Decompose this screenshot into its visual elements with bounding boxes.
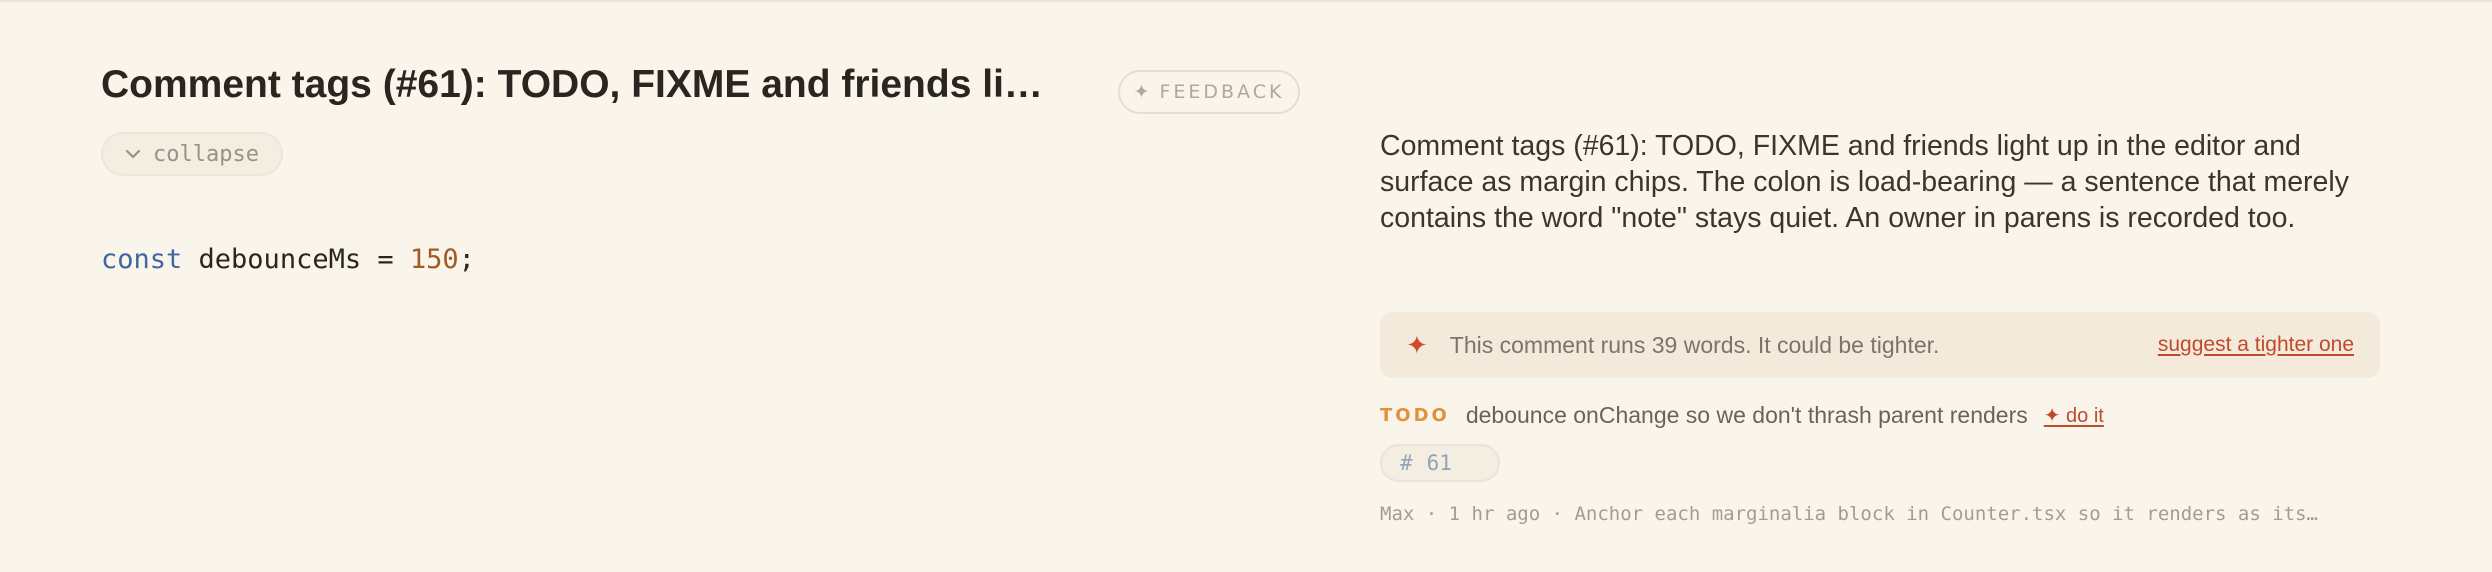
feedback-label: FEEDBACK (1159, 81, 1285, 103)
collapse-label: collapse (153, 141, 259, 167)
sparkle-icon: ✦ (1406, 330, 1428, 360)
code-line: const debounceMs = 150; (101, 242, 475, 278)
issue-ref-chip[interactable]: # 61 (1380, 444, 1500, 482)
hash-icon: # (1400, 451, 1413, 475)
code-number: 150 (409, 244, 459, 275)
collapse-button[interactable]: collapse (101, 132, 283, 176)
code-terminator: ; (458, 244, 475, 275)
nudge-message: This comment runs 39 words. It could be … (1449, 331, 1940, 358)
sparkle-icon: ✦ (1133, 81, 1150, 103)
issue-number: 61 (1426, 451, 1452, 475)
comment-text: Comment tags (#61): TODO, FIXME and frie… (1380, 130, 2349, 234)
chevron-down-icon (125, 148, 141, 160)
verbosity-nudge: ✦ This comment runs 39 words. It could b… (1380, 312, 2380, 378)
do-it-link[interactable]: ✦ do it (2044, 403, 2104, 428)
top-divider (0, 0, 2492, 2)
todo-chip: TODO debounce onChange so we don't thras… (1380, 398, 2380, 432)
todo-tag: TODO (1380, 404, 1450, 426)
code-identifier: debounceMs = (182, 244, 410, 275)
comment-meta: Max · 1 hr ago · Anchor each marginalia … (1380, 503, 2318, 525)
todo-text: debounce onChange so we don't thrash par… (1465, 401, 2028, 428)
feedback-button[interactable]: ✦ FEEDBACK (1118, 70, 1300, 114)
code-keyword: const (101, 244, 183, 275)
page-title: Comment tags (#61): TODO, FIXME and frie… (101, 63, 1061, 106)
suggest-tighter-link[interactable]: suggest a tighter one (2158, 333, 2354, 357)
